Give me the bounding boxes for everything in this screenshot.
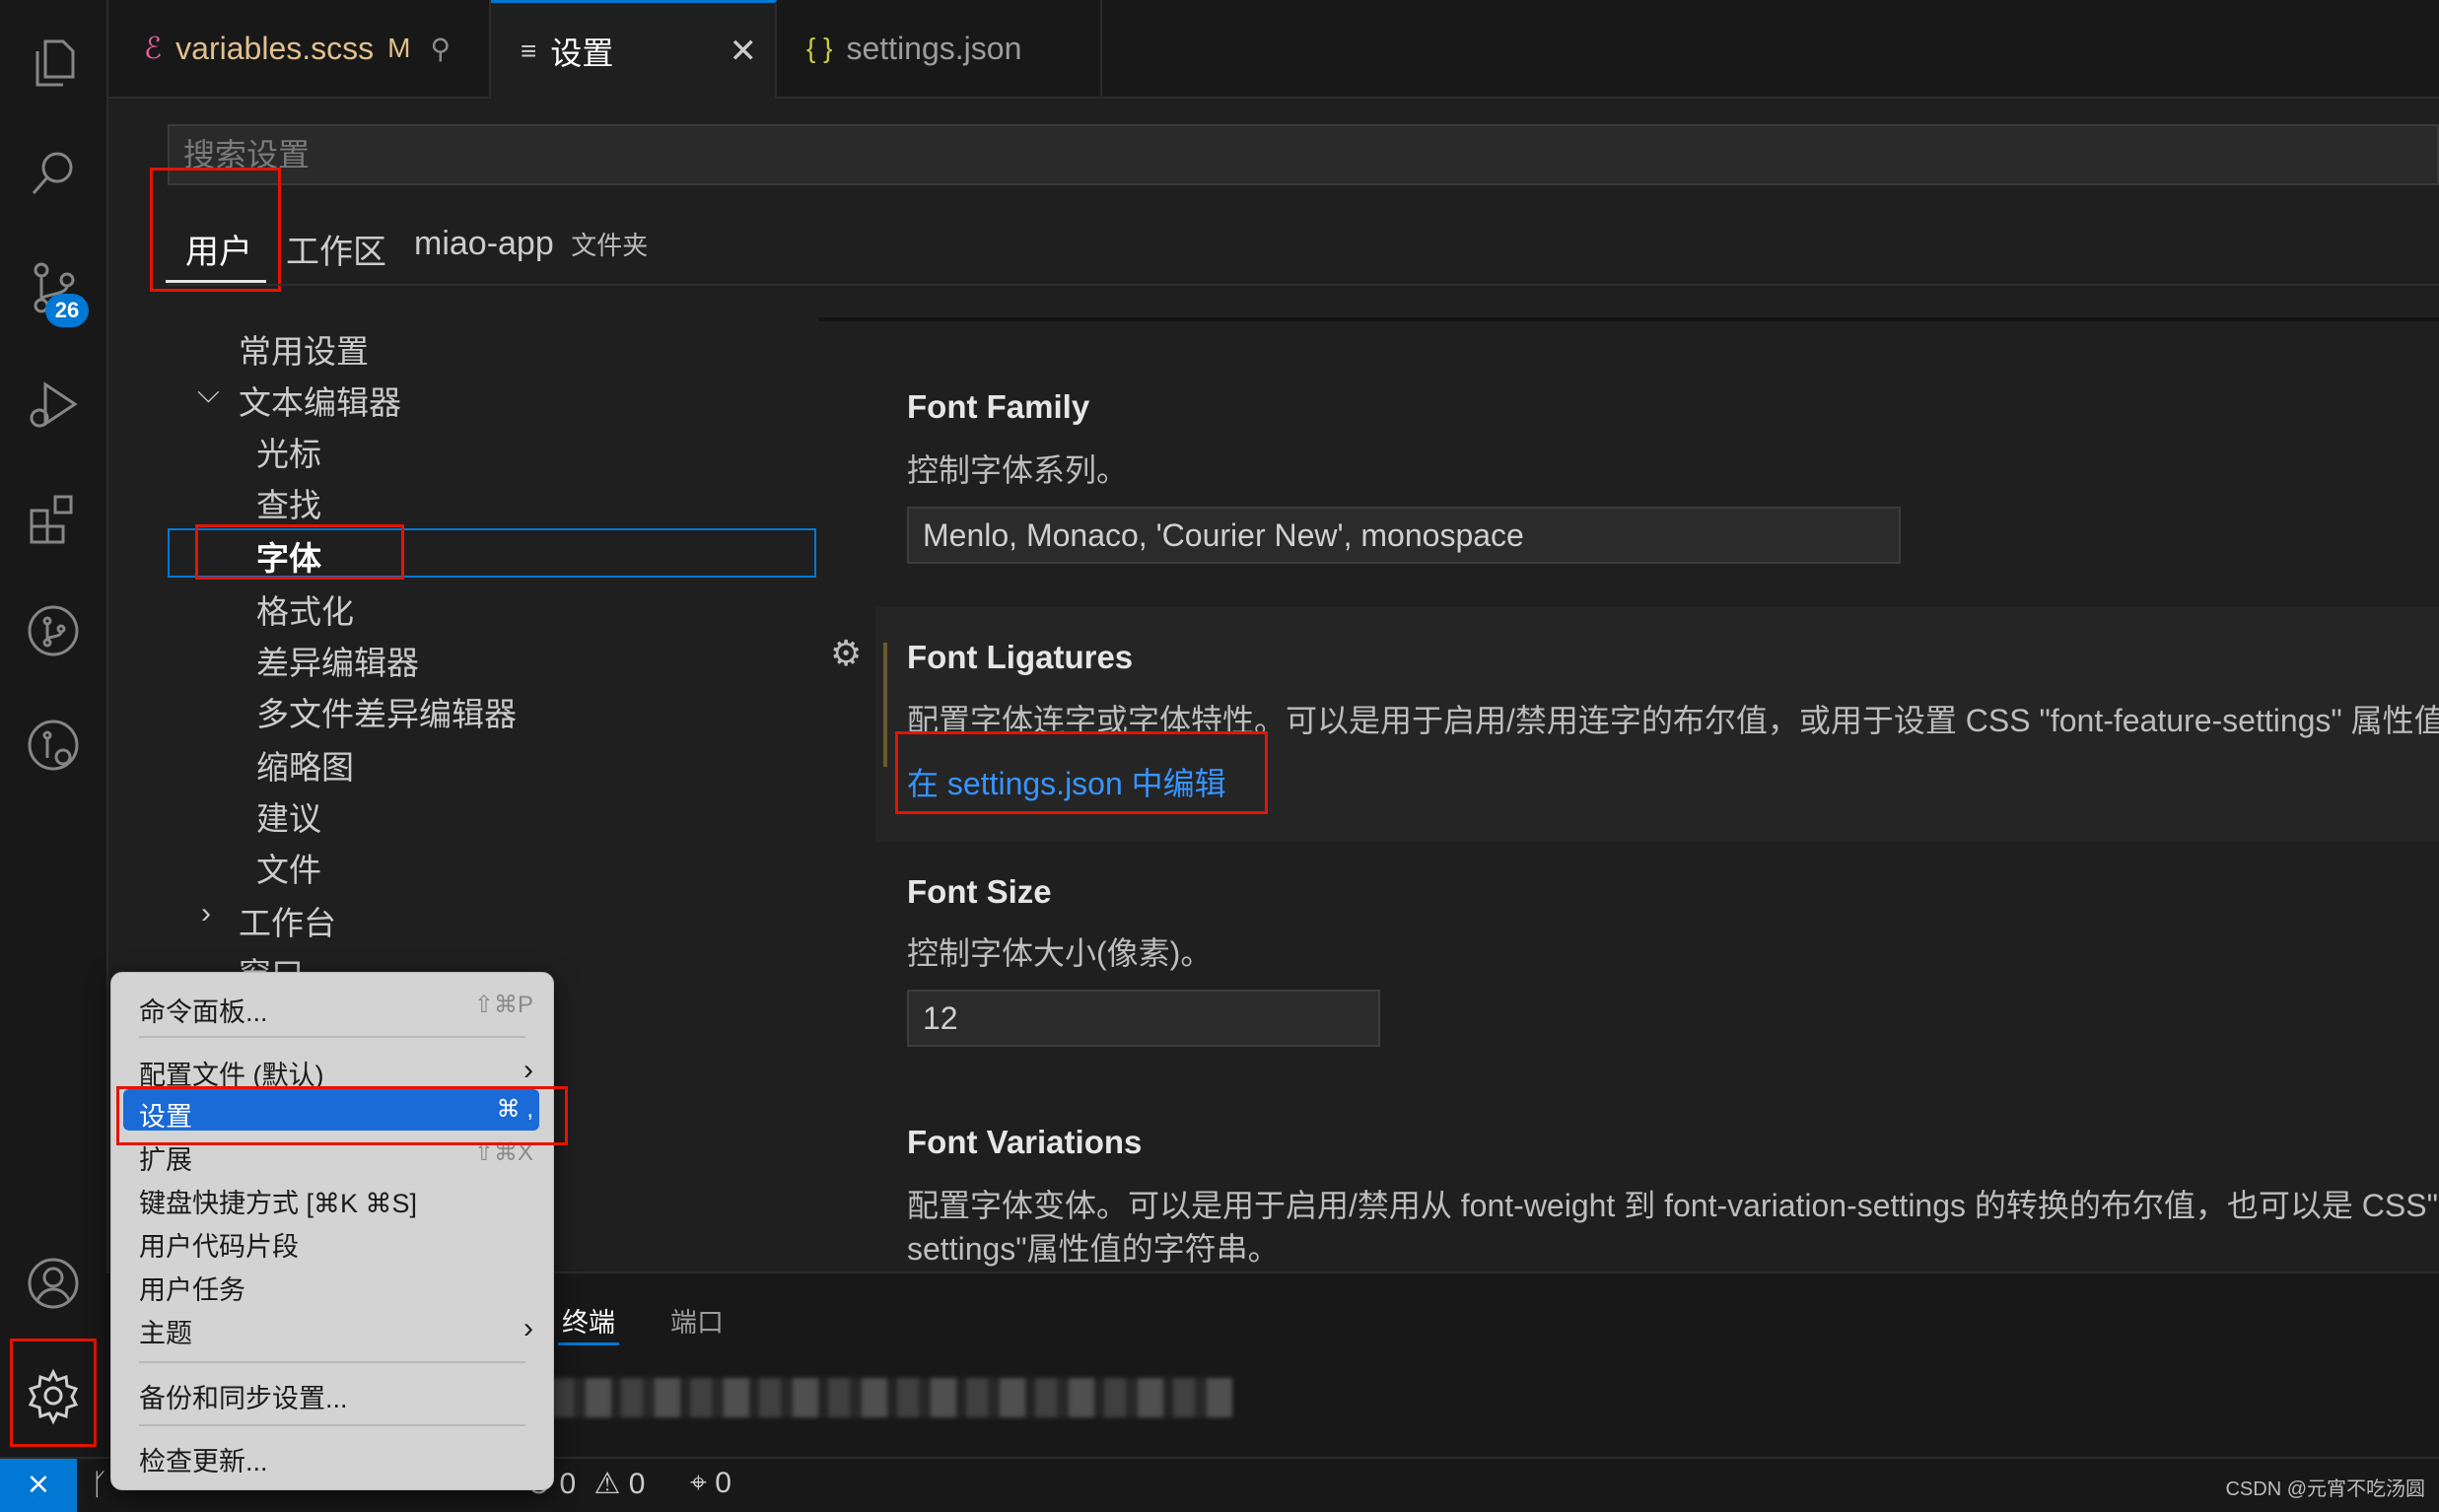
tab-variables-scss[interactable]: ℰ variables.scss M ⚲ (108, 0, 491, 97)
remote-indicator-icon[interactable]: ⨯ (0, 1459, 77, 1512)
font-highlight (195, 524, 404, 580)
chevron-right-icon: › (523, 1054, 533, 1086)
scope-divider (168, 284, 2439, 286)
toc-minimap[interactable]: 缩略图 (256, 741, 354, 789)
branch-icon[interactable]: ᚴ (91, 1469, 108, 1502)
chevron-down-icon[interactable]: ⌵ (197, 377, 220, 410)
broadcast-icon: ⌖ (690, 1467, 707, 1499)
menu-separator (139, 1424, 525, 1426)
manage-menu: 命令面板... ⇧⌘P 配置文件 (默认) › 设置 ⌘ , 扩展 ⇧⌘X 键盘快捷方式… (110, 972, 554, 1490)
accounts-icon[interactable] (22, 1252, 85, 1315)
sticky-header-shadow (818, 317, 2439, 321)
font-family-title: Font Family (907, 388, 1090, 425)
warning-icon: ⚠ (593, 1468, 621, 1500)
git-graph-icon[interactable] (22, 599, 85, 662)
scope-folder-tab[interactable]: miao-app 文件夹 (414, 225, 648, 263)
menu-keyboard-shortcuts[interactable]: 键盘快捷方式 [⌘K ⌘S] (139, 1182, 533, 1220)
font-family-desc: 控制字体系列。 (907, 452, 1129, 488)
menu-user-snippets[interactable]: 用户代码片段 (139, 1225, 533, 1264)
folder-name: miao-app (414, 225, 554, 262)
menu-command-palette[interactable]: 命令面板... ⇧⌘P (139, 991, 533, 1029)
panel-tab-terminal[interactable]: 终端 (562, 1301, 615, 1340)
extensions-icon[interactable] (22, 487, 85, 550)
changes-badge: 26 (45, 294, 89, 327)
toc-find[interactable]: 查找 (256, 479, 321, 526)
settings-editor-icon: ≡ (521, 34, 537, 66)
panel-tab-underline (558, 1342, 619, 1345)
font-variations-desc-line1: 配置字体变体。可以是用于启用/禁用从 font-weight 到 font-va… (907, 1188, 2438, 1223)
search-icon[interactable] (22, 142, 85, 205)
menu-label: 扩展 (139, 1145, 192, 1175)
toc-formatting[interactable]: 格式化 (256, 585, 354, 633)
menu-shortcut: ⇧⌘P (473, 992, 533, 1018)
menu-label: 主题 (139, 1319, 192, 1348)
menu-check-updates[interactable]: 检查更新... (139, 1440, 533, 1478)
explorer-icon[interactable] (22, 32, 85, 95)
menu-user-tasks[interactable]: 用户任务 (139, 1269, 533, 1307)
scss-file-icon: ℰ (144, 32, 163, 65)
terminal-blurred-output (552, 1378, 1232, 1417)
ports-status[interactable]: ⌖ 0 (690, 1467, 732, 1500)
font-variations-desc-line2: settings"属性值的字符串。 (907, 1231, 1280, 1267)
toc-diff-editor[interactable]: 差异编辑器 (256, 637, 419, 684)
toc-text-editor[interactable]: 文本编辑器 (239, 377, 401, 424)
font-size-title: Font Size (907, 873, 1052, 910)
scope-workspace-tab[interactable]: 工作区 (286, 225, 386, 273)
tab-settings-json[interactable]: { } settings.json (777, 0, 1102, 97)
settings-menu-highlight (116, 1086, 568, 1145)
watermark: CSDN @元宵不吃汤圆 (2225, 1478, 2425, 1500)
font-ligatures-title: Font Ligatures (907, 639, 1134, 675)
toc-cursor[interactable]: 光标 (256, 428, 321, 475)
git-history-icon[interactable] (22, 714, 85, 777)
setting-gear-icon[interactable]: ⚙ (830, 633, 862, 674)
pin-icon[interactable]: ⚲ (430, 33, 451, 65)
tab-bar: ℰ variables.scss M ⚲ ≡ 设置 ✕ { } settings… (108, 0, 2439, 99)
tab-label: variables.scss (175, 30, 375, 66)
link-highlight (895, 731, 1268, 814)
menu-backup-sync[interactable]: 备份和同步设置... (139, 1377, 533, 1415)
font-family-input[interactable]: Menlo, Monaco, 'Courier New', monospace (907, 507, 1901, 564)
activity-bar: 26 (0, 0, 108, 1457)
modified-marker: M (387, 33, 411, 63)
menu-label: 命令面板... (139, 997, 268, 1027)
menu-separator (139, 1361, 525, 1363)
modified-indicator (883, 643, 887, 767)
menu-themes[interactable]: 主题 › (139, 1312, 533, 1350)
chevron-right-icon[interactable]: › (201, 897, 211, 930)
panel-tab-ports[interactable]: 端口 (670, 1301, 724, 1340)
toc-multi-diff[interactable]: 多文件差异编辑器 (256, 688, 517, 735)
chevron-right-icon: › (523, 1312, 533, 1344)
toc-workbench[interactable]: 工作台 (239, 897, 336, 944)
toc-suggestions[interactable]: 建议 (256, 792, 321, 840)
warning-count: 0 (628, 1468, 646, 1500)
font-size-desc: 控制字体大小(像素)。 (907, 935, 1213, 971)
font-size-input[interactable]: 12 (907, 990, 1380, 1047)
tab-label: settings.json (846, 30, 1022, 66)
tab-settings[interactable]: ≡ 设置 ✕ (491, 0, 777, 99)
menu-separator (139, 1036, 525, 1038)
gear-highlight (10, 1339, 97, 1447)
ports-count: 0 (715, 1467, 732, 1499)
close-icon[interactable]: ✕ (730, 32, 758, 71)
font-variations-title: Font Variations (907, 1124, 1143, 1160)
run-debug-icon[interactable] (22, 373, 85, 436)
toc-common[interactable]: 常用设置 (239, 325, 369, 373)
tab-label: 设置 (550, 34, 614, 71)
error-count: 0 (559, 1468, 577, 1500)
folder-tag: 文件夹 (571, 231, 649, 260)
toc-files[interactable]: 文件 (256, 844, 321, 891)
search-settings-input[interactable]: 搜索设置 (168, 124, 2439, 185)
user-scope-highlight (150, 168, 281, 292)
json-file-icon: { } (806, 33, 833, 63)
